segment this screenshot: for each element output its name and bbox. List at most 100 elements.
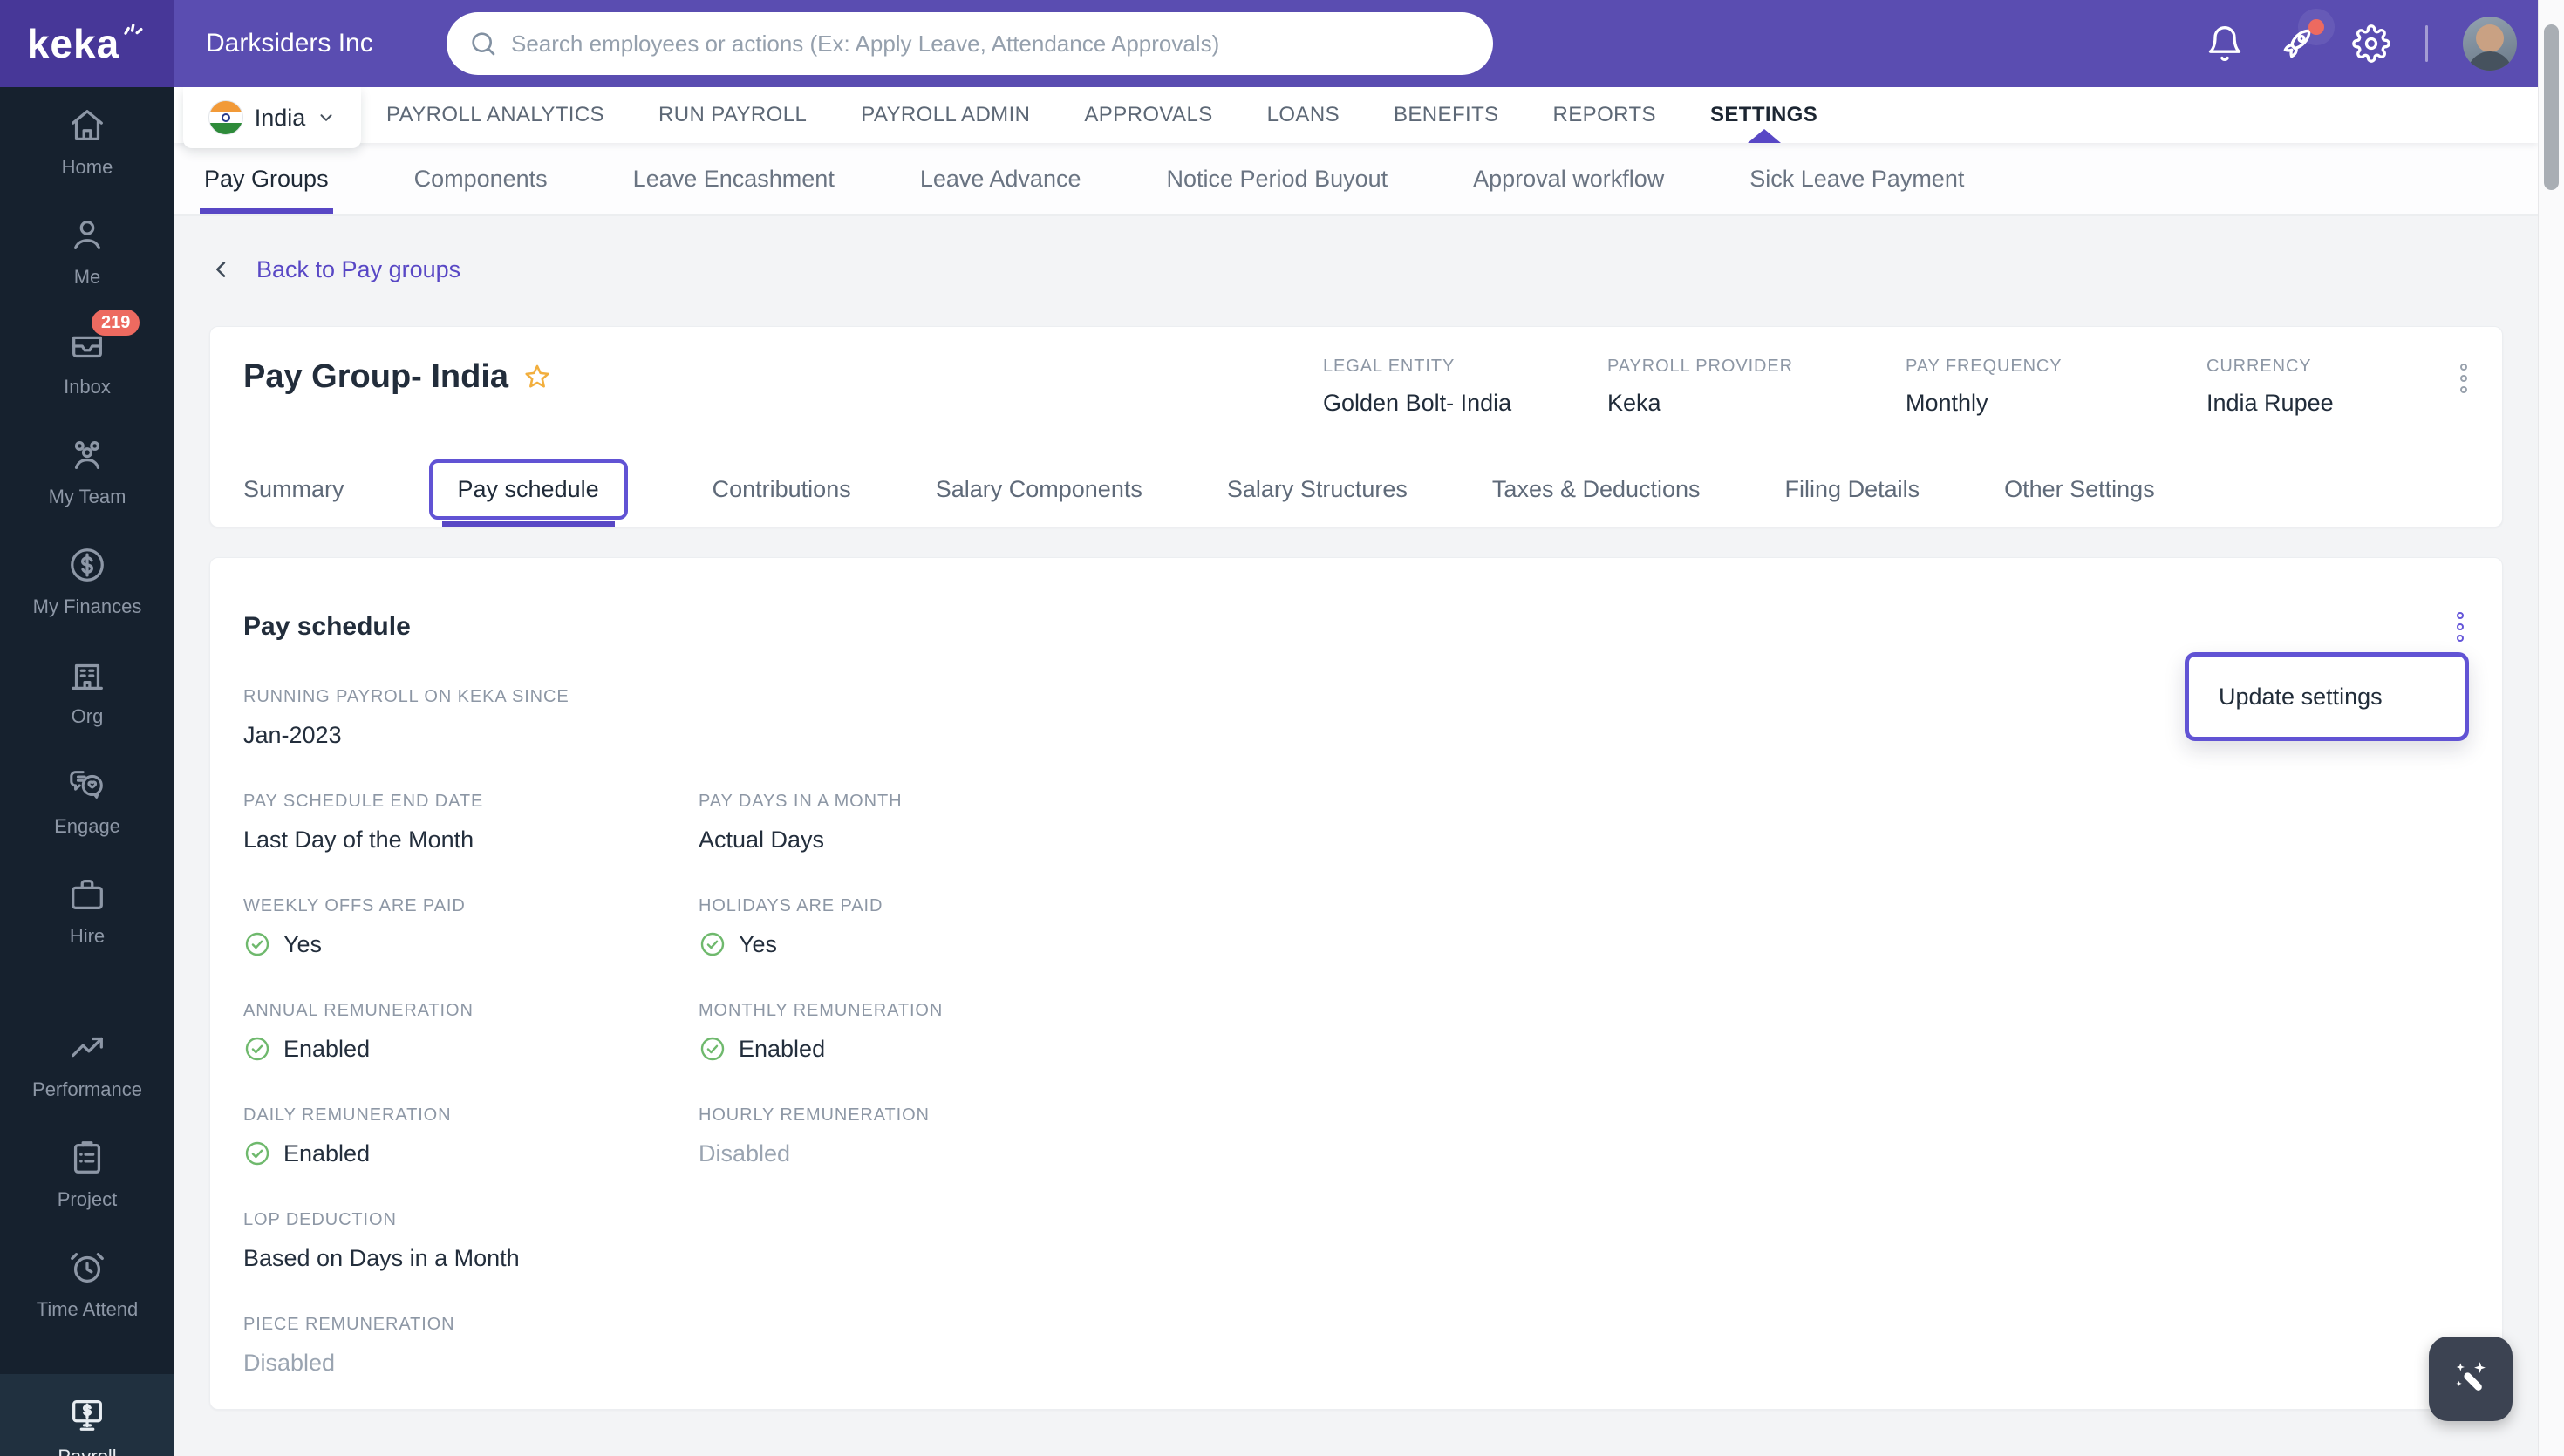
avatar[interactable] [2463, 17, 2517, 71]
check-circle-icon [243, 930, 271, 958]
sidebar-item-me[interactable]: Me [0, 197, 174, 307]
field-label: DAILY REMUNERATION [243, 1106, 452, 1125]
field-row: ANNUAL REMUNERATION Enabled MONTHLY REMUNE… [243, 1001, 2469, 1064]
logo-spark-icon [124, 24, 143, 35]
field-label: PIECE REMUNERATION [243, 1315, 455, 1334]
me-icon [67, 215, 107, 255]
update-settings-menu-item[interactable]: Update settings [2185, 652, 2469, 741]
nav-item-settings[interactable]: SETTINGS [1710, 87, 1817, 143]
sidebar-item-inbox[interactable]: 219 Inbox [0, 307, 174, 417]
settings-sub-nav: Pay Groups Components Leave Encashment Leav… [174, 143, 2538, 216]
field-value: Enabled [699, 1034, 2469, 1064]
sidebar: Home Me 219 Inbox My Team My Finances Org Engag… [0, 87, 174, 1456]
meta-value: Keka [1607, 390, 1661, 416]
nav-item-reports[interactable]: REPORTS [1553, 87, 1656, 143]
tab-contributions[interactable]: Contributions [713, 476, 851, 503]
nav-item-benefits[interactable]: BENEFITS [1394, 87, 1499, 143]
field-value: Disabled [243, 1348, 699, 1378]
subnav-item-pay-groups[interactable]: Pay Groups [200, 143, 333, 214]
subnav-item-approval-workflow[interactable]: Approval workflow [1473, 143, 1664, 214]
nav-item-payroll-admin[interactable]: PAYROLL ADMIN [861, 87, 1030, 143]
subnav-item-leave-encashment[interactable]: Leave Encashment [633, 143, 835, 214]
sidebar-item-label: Engage [54, 815, 120, 837]
meta-legal-entity: LEGAL ENTITY Golden Bolt- India [1323, 357, 1511, 417]
team-icon [67, 435, 107, 475]
magic-wand-icon [2456, 1361, 2486, 1391]
org-icon [67, 655, 107, 695]
page-title-text: Pay Group- India [243, 358, 509, 395]
top-bar: keka Darksiders Inc [0, 0, 2564, 87]
sidebar-item-payroll[interactable]: Payroll [0, 1374, 174, 1456]
field-value: Actual Days [699, 825, 2469, 854]
nav-item-payroll-analytics[interactable]: PAYROLL ANALYTICS [386, 87, 604, 143]
engage-icon [67, 765, 107, 805]
india-flag-icon [208, 100, 243, 135]
back-to-pay-groups-link[interactable]: Back to Pay groups [209, 251, 460, 288]
keka-logo-text: keka [26, 21, 120, 66]
scrollbar-track[interactable] [2538, 0, 2564, 1456]
timeattend-icon [67, 1248, 107, 1288]
meta-value: Monthly [1906, 390, 1988, 416]
tab-summary[interactable]: Summary [243, 476, 344, 503]
tab-taxes-deductions[interactable]: Taxes & Deductions [1492, 476, 1701, 503]
schedule-kebab-icon[interactable] [2453, 609, 2467, 645]
top-actions [2206, 0, 2517, 87]
nav-item-loans[interactable]: LOANS [1267, 87, 1340, 143]
sidebar-item-label: Time Attend [36, 1298, 139, 1320]
entity-label: India [254, 104, 306, 131]
pay-group-card: Pay Group- India LEGAL ENTITY Golden Bolt… [209, 326, 2503, 527]
field-value: Enabled [243, 1139, 699, 1168]
magic-wand-fab[interactable] [2429, 1337, 2513, 1421]
sidebar-item-project[interactable]: Project [0, 1119, 174, 1229]
field-value-text: Enabled [283, 1140, 371, 1167]
subnav-item-notice-period-buyout[interactable]: Notice Period Buyout [1166, 143, 1388, 214]
tab-other-settings[interactable]: Other Settings [2004, 476, 2155, 503]
field-value: Based on Days in a Month [243, 1243, 699, 1273]
back-link-label: Back to Pay groups [256, 255, 461, 282]
section-heading: Pay schedule [243, 612, 411, 641]
nav-item-approvals[interactable]: APPROVALS [1084, 87, 1212, 143]
search-input[interactable] [511, 30, 1470, 58]
hire-icon [67, 874, 107, 915]
field-row: LOP DEDUCTION Based on Days in a Month [243, 1210, 2469, 1273]
page-title: Pay Group- India [243, 358, 552, 396]
module-nav-items: PAYROLL ANALYTICS RUN PAYROLL PAYROLL ADMI… [386, 87, 1817, 143]
sidebar-item-time-attend[interactable]: Time Attend [0, 1229, 174, 1339]
scrollbar-thumb[interactable] [2544, 24, 2559, 190]
sidebar-item-org[interactable]: Org [0, 636, 174, 746]
subnav-item-components[interactable]: Components [414, 143, 548, 214]
bell-icon[interactable] [2206, 24, 2244, 63]
star-icon[interactable] [522, 363, 552, 392]
nav-item-run-payroll[interactable]: RUN PAYROLL [658, 87, 807, 143]
global-search[interactable] [447, 12, 1493, 75]
field-lop-deduction: LOP DEDUCTION Based on Days in a Month [243, 1210, 699, 1273]
rocket-icon[interactable] [2279, 19, 2324, 63]
project-icon [67, 1138, 107, 1178]
tab-pay-schedule[interactable]: Pay schedule [428, 459, 628, 527]
subnav-item-leave-advance[interactable]: Leave Advance [920, 143, 1081, 214]
field-weekly-offs-are-paid: WEEKLY OFFS ARE PAID Yes [243, 896, 699, 959]
sidebar-item-my-team[interactable]: My Team [0, 417, 174, 527]
tab-salary-components[interactable]: Salary Components [936, 476, 1142, 503]
field-pay-days-in-a-month: PAY DAYS IN A MONTH Actual Days [699, 792, 2469, 854]
sidebar-item-hire[interactable]: Hire [0, 856, 174, 966]
sidebar-item-home[interactable]: Home [0, 87, 174, 197]
field-label: PAY DAYS IN A MONTH [699, 792, 903, 811]
group-kebab-icon[interactable] [2457, 360, 2471, 397]
gear-icon[interactable] [2352, 24, 2390, 63]
check-circle-icon [243, 1140, 271, 1167]
field-value-text: Enabled [739, 1035, 826, 1062]
field-value-text: Jan-2023 [243, 721, 342, 748]
subnav-item-sick-leave-payment[interactable]: Sick Leave Payment [1749, 143, 1964, 214]
sidebar-item-performance[interactable]: Performance [0, 1010, 174, 1119]
tab-filing-details[interactable]: Filing Details [1785, 476, 1920, 503]
sidebar-item-engage[interactable]: Engage [0, 746, 174, 856]
field-holidays-are-paid: HOLIDAYS ARE PAID Yes [699, 896, 2469, 959]
keka-logo[interactable]: keka [0, 0, 174, 87]
topbar-divider [2425, 25, 2428, 62]
entity-selector[interactable]: India [183, 87, 361, 148]
keka-app: keka Darksiders Inc Home Me 219 Inbox My Tea… [0, 0, 2564, 1456]
tab-salary-structures[interactable]: Salary Structures [1227, 476, 1408, 503]
field-monthly-remuneration: MONTHLY REMUNERATION Enabled [699, 1001, 2469, 1064]
sidebar-item-my-finances[interactable]: My Finances [0, 527, 174, 636]
